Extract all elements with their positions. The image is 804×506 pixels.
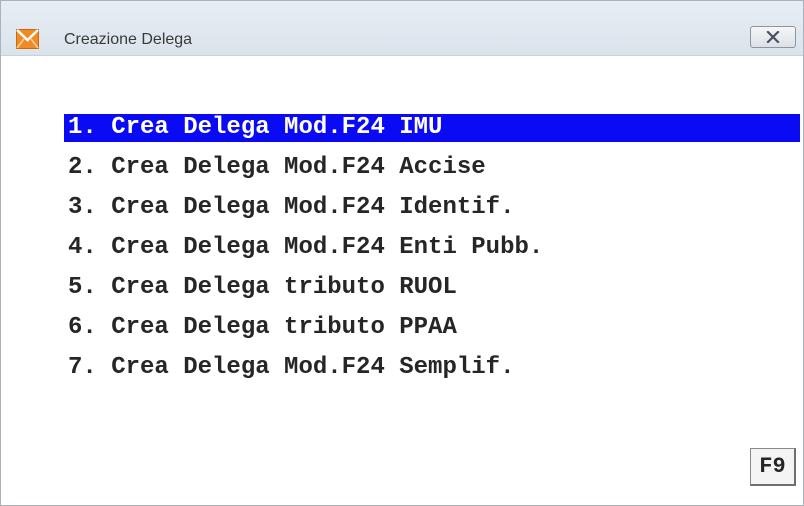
dialog-window: Creazione Delega 1. Crea Delega Mod.F24 … — [0, 0, 804, 506]
title-bar[interactable]: Creazione Delega — [1, 1, 803, 56]
menu-item-semplif[interactable]: 7. Crea Delega Mod.F24 Semplif. — [64, 354, 800, 382]
close-button[interactable] — [750, 26, 796, 48]
menu-item-enti-pubb[interactable]: 4. Crea Delega Mod.F24 Enti Pubb. — [64, 234, 800, 262]
close-icon — [766, 31, 780, 43]
window-title: Creazione Delega — [64, 31, 193, 48]
menu-item-identif[interactable]: 3. Crea Delega Mod.F24 Identif. — [64, 194, 800, 222]
menu-item-ruol[interactable]: 5. Crea Delega tributo RUOL — [64, 274, 800, 302]
delega-menu: 1. Crea Delega Mod.F24 IMU 2. Crea Deleg… — [64, 114, 800, 394]
f9-button[interactable]: F9 — [750, 448, 796, 486]
envelope-icon — [16, 29, 39, 49]
menu-item-imu[interactable]: 1. Crea Delega Mod.F24 IMU — [64, 114, 800, 142]
menu-item-ppaa[interactable]: 6. Crea Delega tributo PPAA — [64, 314, 800, 342]
menu-item-accise[interactable]: 2. Crea Delega Mod.F24 Accise — [64, 154, 800, 182]
